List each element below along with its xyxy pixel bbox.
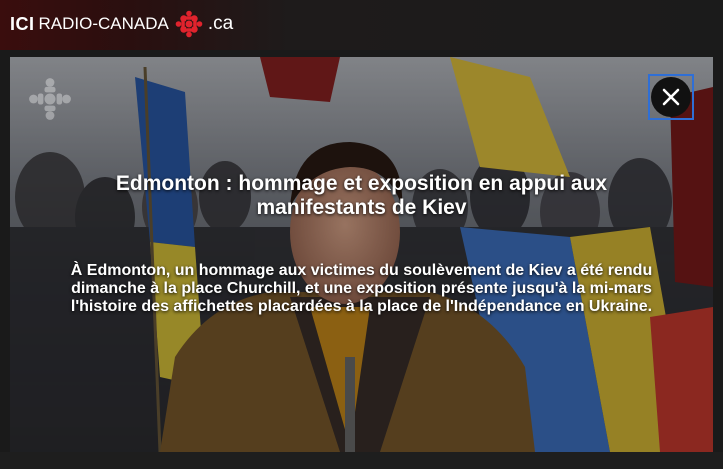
logo-ici-text: ICI [10, 13, 35, 34]
video-description: À Edmonton, un hommage aux victimes du s… [70, 262, 653, 315]
video-player[interactable]: Edmonton : hommage et exposition en appu… [10, 57, 713, 452]
radio-canada-logo[interactable]: ICI RADIO-CANADA .ca [10, 9, 233, 39]
site-header: ICI RADIO-CANADA .ca [0, 0, 723, 50]
radio-canada-gem-icon [175, 10, 203, 38]
footer-strip [0, 452, 723, 469]
close-button-circle[interactable] [651, 77, 691, 117]
radio-canada-gem-watermark-icon [29, 78, 71, 120]
page: ICI RADIO-CANADA .ca Edmonton: hommage … [0, 0, 723, 469]
close-icon [662, 88, 680, 106]
close-button[interactable] [648, 74, 694, 120]
logo-domain-text: .ca [207, 13, 234, 34]
video-title: Edmonton : hommage et exposition en appu… [115, 172, 608, 219]
video-overlay [10, 57, 713, 452]
logo-radio-canada-text: RADIO-CANADA [38, 14, 169, 33]
